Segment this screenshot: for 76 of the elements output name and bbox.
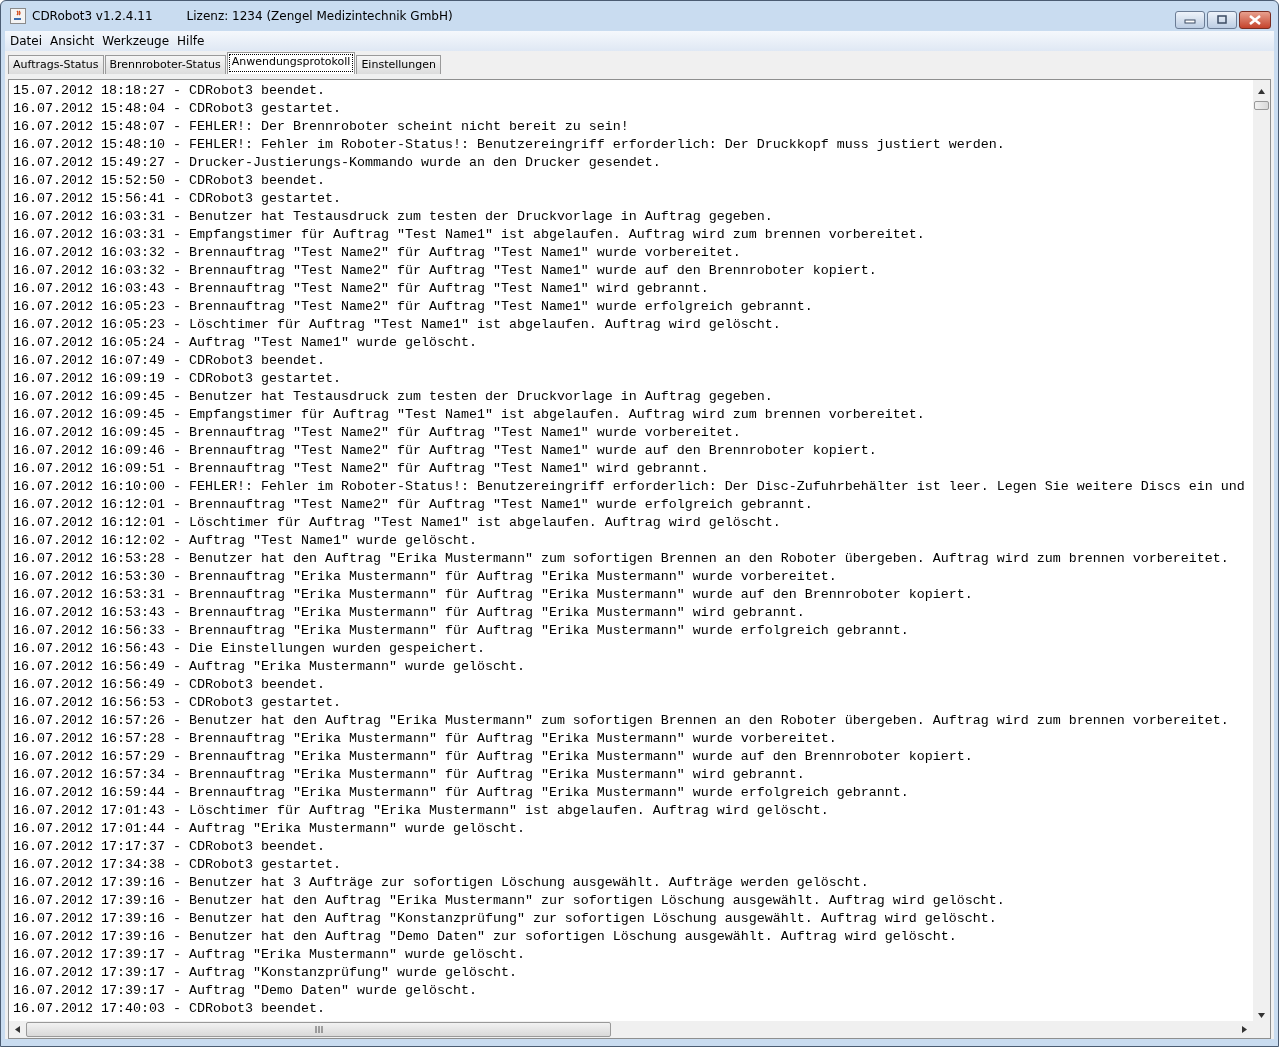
log-line: 16.07.2012 16:56:53 - CDRobot3 gestartet. [13, 694, 342, 712]
log-line: 16.07.2012 16:03:31 - Empfangstimer für Auftrag "Test Name1" ist abgelaufen. Auftrag wird zum brennen vorbereitet. [13, 226, 926, 244]
log-line: 16.07.2012 17:01:43 - Löschtimer für Auftrag "Erika Mustermann" ist abgelaufen. Auftrag wird gelöscht. [13, 802, 830, 820]
grip-icon [314, 1026, 323, 1033]
log-line: 16.07.2012 16:03:32 - Brennauftrag "Test Name2" für Auftrag "Test Name1" wurde vorbereitet. [13, 244, 742, 262]
log-line: 16.07.2012 16:57:28 - Brennauftrag "Erika Mustermann" für Auftrag "Erika Mustermann" wurde vorbereitet. [13, 730, 838, 748]
license-label: Lizenz: 1234 (Zengel Medizintechnik GmbH) [186, 9, 453, 23]
log-line: 16.07.2012 16:53:30 - Brennauftrag "Erika Mustermann" für Auftrag "Erika Mustermann" wurde vorbereitet. [13, 568, 838, 586]
log-line: 16.07.2012 16:03:32 - Brennauftrag "Test Name2" für Auftrag "Test Name1" wurde auf den Brennroboter kopiert. [13, 262, 878, 280]
maximize-icon [1216, 15, 1228, 25]
log-line: 16.07.2012 15:56:41 - CDRobot3 gestartet. [13, 190, 342, 208]
log-line: 16.07.2012 17:39:17 - Auftrag "Demo Daten" wurde gelöscht. [13, 982, 478, 1000]
log-line: 16.07.2012 16:03:43 - Brennauftrag "Test Name2" für Auftrag "Test Name1" wird gebrannt. [13, 280, 710, 298]
log-line: 16.07.2012 16:57:34 - Brennauftrag "Erika Mustermann" für Auftrag "Erika Mustermann" wird gebrannt. [13, 766, 806, 784]
log-line: 16.07.2012 17:17:37 - CDRobot3 beendet. [13, 838, 326, 856]
log-line: 16.07.2012 16:59:44 - Brennauftrag "Erika Mustermann" für Auftrag "Erika Mustermann" wurde erfolgreich gebrannt. [13, 784, 910, 802]
log-line: 16.07.2012 16:09:46 - Brennauftrag "Test Name2" für Auftrag "Test Name1" wurde auf den Brennroboter kopiert. [13, 442, 878, 460]
log-line: 16.07.2012 16:57:29 - Brennauftrag "Erika Mustermann" für Auftrag "Erika Mustermann" wurde auf den Brennroboter kopiert. [13, 748, 974, 766]
close-icon [1248, 15, 1262, 25]
log-line: 16.07.2012 17:01:44 - Auftrag "Erika Mustermann" wurde gelöscht. [13, 820, 526, 838]
log-line: 16.07.2012 15:52:50 - CDRobot3 beendet. [13, 172, 326, 190]
scroll-up-icon [1258, 89, 1265, 94]
log-line: 16.07.2012 16:57:26 - Benutzer hat den Auftrag "Erika Mustermann" zum sofortigen Brennen an den Roboter übergeben. Auftrag wird zum brennen vorbereitet. [13, 712, 1230, 730]
log-line: 16.07.2012 16:03:31 - Benutzer hat Testausdruck zum testen der Druckvorlage in Auftrag gegeben. [13, 208, 774, 226]
log-line: 16.07.2012 16:53:43 - Brennauftrag "Erika Mustermann" für Auftrag "Erika Mustermann" wird gebrannt. [13, 604, 806, 622]
tab[interactable]: Einstellungen [356, 55, 441, 74]
minimize-button[interactable] [1175, 11, 1205, 29]
log-line: 16.07.2012 16:56:33 - Brennauftrag "Erika Mustermann" für Auftrag "Erika Mustermann" wurde erfolgreich gebrannt. [13, 622, 910, 640]
vertical-scrollbar[interactable] [1253, 80, 1270, 1021]
log-line: 16.07.2012 17:39:16 - Benutzer hat 3 Aufträge zur sofortigen Löschung ausgewählt. Aufträge werden gelöscht. [13, 874, 870, 892]
log-line: 16.07.2012 16:05:23 - Brennauftrag "Test Name2" für Auftrag "Test Name1" wurde erfolgreich gebrannt. [13, 298, 814, 316]
log-line: 16.07.2012 15:48:04 - CDRobot3 gestartet. [13, 100, 342, 118]
log-line: 16.07.2012 16:09:45 - Benutzer hat Testausdruck zum testen der Druckvorlage in Auftrag gegeben. [13, 388, 774, 406]
maximize-button[interactable] [1207, 11, 1237, 29]
close-button[interactable] [1239, 11, 1271, 29]
log-line: 16.07.2012 16:05:24 - Auftrag "Test Name1" wurde gelöscht. [13, 334, 478, 352]
menu-item[interactable]: Ansicht [50, 34, 95, 48]
tab[interactable]: Anwendungsprotokoll [226, 52, 356, 74]
log-line: 16.07.2012 16:09:51 - Brennauftrag "Test Name2" für Auftrag "Test Name1" wird gebrannt. [13, 460, 710, 478]
menu-item[interactable]: Datei [10, 34, 42, 48]
log-line: 16.07.2012 16:56:49 - Auftrag "Erika Mustermann" wurde gelöscht. [13, 658, 526, 676]
scroll-left-icon [15, 1026, 20, 1033]
scrollbar-thumb[interactable] [1254, 101, 1269, 110]
minimize-icon [1184, 16, 1196, 24]
log-line: 16.07.2012 15:49:27 - Drucker-Justierungs-Kommando wurde an den Drucker gesendet. [13, 154, 662, 172]
log-line: 16.07.2012 16:10:00 - FEHLER!: Fehler im Roboter-Status!: Benutzereingriff erforderlich: Der Disc-Zufuhrbehälter ist leer. Legen Sie weitere Discs ein und [13, 478, 1246, 496]
scrollbar-thumb[interactable] [26, 1022, 611, 1037]
log-line: 16.07.2012 16:09:45 - Empfangstimer für Auftrag "Test Name1" ist abgelaufen. Auftrag wird zum brennen vorbereitet. [13, 406, 926, 424]
log-line: 16.07.2012 16:56:49 - CDRobot3 beendet. [13, 676, 326, 694]
log-line: 16.07.2012 16:56:43 - Die Einstellungen wurden gespeichert. [13, 640, 486, 658]
menu-item[interactable]: Hilfe [177, 34, 205, 48]
log-line: 16.07.2012 16:09:19 - CDRobot3 gestartet. [13, 370, 342, 388]
menu-item[interactable]: Werkzeuge [102, 34, 170, 48]
log-line: 16.07.2012 17:34:38 - CDRobot3 gestartet. [13, 856, 342, 874]
log-line: 16.07.2012 16:12:01 - Brennauftrag "Test Name2" für Auftrag "Test Name1" wurde erfolgreich gebrannt. [13, 496, 814, 514]
log-line: 16.07.2012 17:39:16 - Benutzer hat den Auftrag "Konstanzprüfung" zur sofortigen Löschung ausgewählt. Auftrag wird gelöscht. [13, 910, 998, 928]
scroll-down-icon [1258, 1013, 1265, 1018]
log-line: 16.07.2012 16:12:02 - Auftrag "Test Name1" wurde gelöscht. [13, 532, 478, 550]
log-line: 16.07.2012 16:05:23 - Löschtimer für Auftrag "Test Name1" ist abgelaufen. Auftrag wird gelöscht. [13, 316, 782, 334]
log-line: 16.07.2012 17:39:16 - Benutzer hat den Auftrag "Demo Daten" zur sofortigen Löschung ausgewählt. Auftrag wird gelöscht. [13, 928, 958, 946]
log-line: 15.07.2012 18:18:27 - CDRobot3 beendet. [13, 82, 326, 100]
scroll-right-icon [1242, 1026, 1247, 1033]
log-line: 16.07.2012 16:53:28 - Benutzer hat den Auftrag "Erika Mustermann" zum sofortigen Brennen an den Roboter übergeben. Auftrag wird zum brennen vorbereitet. [13, 550, 1230, 568]
log-line: 16.07.2012 16:53:31 - Brennauftrag "Erika Mustermann" für Auftrag "Erika Mustermann" wurde auf den Brennroboter kopiert. [13, 586, 974, 604]
log-line: 16.07.2012 17:40:03 - CDRobot3 beendet. [13, 1000, 326, 1018]
tab[interactable]: Brennroboter-Status [104, 55, 226, 74]
log-line: 16.07.2012 15:48:07 - FEHLER!: Der Brennroboter scheint nicht bereit zu sein! [13, 118, 630, 136]
log-line: 16.07.2012 17:39:17 - Auftrag "Konstanzprüfung" wurde gelöscht. [13, 964, 518, 982]
log-line: 16.07.2012 17:39:16 - Benutzer hat den Auftrag "Erika Mustermann" zur sofortigen Löschung ausgewählt. Auftrag wird gelöscht. [13, 892, 1006, 910]
log-line: 16.07.2012 16:09:45 - Brennauftrag "Test Name2" für Auftrag "Test Name1" wurde vorbereitet. [13, 424, 742, 442]
tab[interactable]: Auftrags-Status [8, 55, 104, 74]
log-line: 16.07.2012 16:12:01 - Löschtimer für Auftrag "Test Name1" ist abgelaufen. Auftrag wird gelöscht. [13, 514, 782, 532]
log-line: 16.07.2012 17:39:17 - Auftrag "Erika Mustermann" wurde gelöscht. [13, 946, 526, 964]
log-line: 16.07.2012 16:07:49 - CDRobot3 beendet. [13, 352, 326, 370]
window-title: CDRobot3 v1.2.4.11 [32, 9, 153, 23]
log-line: 16.07.2012 15:48:10 - FEHLER!: Fehler im Roboter-Status!: Benutzereingriff erforderlich: Der Druckkopf muss justiert werden. [13, 136, 1006, 154]
